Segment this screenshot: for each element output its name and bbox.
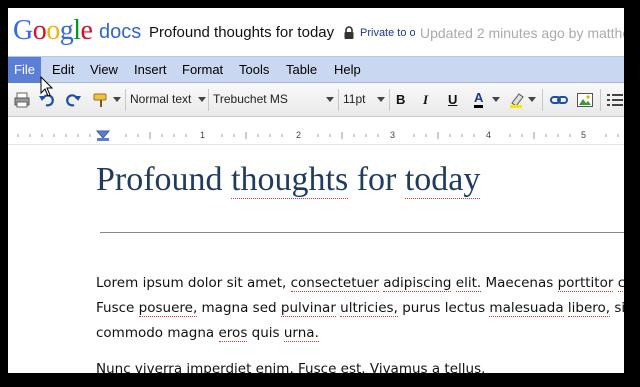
menu-tools[interactable]: Tools	[233, 57, 275, 83]
menu-table[interactable]: Table	[280, 57, 323, 83]
word: Lorem	[96, 275, 139, 291]
word: magna	[201, 300, 249, 316]
word: pulvinar	[280, 300, 336, 317]
numbered-list-icon[interactable]	[606, 91, 624, 109]
highlight-color-icon[interactable]	[508, 91, 526, 109]
horizontal-rule	[100, 232, 624, 233]
ruler: 1 2 3 4 5 6	[8, 117, 624, 145]
app-window: Google docs Profound thoughts for today …	[8, 8, 624, 373]
word: ipsum	[142, 275, 184, 291]
menu-help[interactable]: Help	[328, 57, 367, 83]
print-icon[interactable]	[13, 91, 31, 109]
word: consectetuer	[290, 275, 379, 292]
paragraph-1-line-3[interactable]: commodo magna eros quis urna.	[96, 325, 319, 342]
document-canvas[interactable]: Profound thoughts for today Lorem ipsum …	[8, 145, 624, 373]
word: libero,	[567, 300, 611, 317]
toolbar-divider	[600, 89, 601, 111]
menu-view[interactable]: View	[84, 57, 124, 83]
logo-letter: e	[80, 15, 93, 46]
chevron-down-icon[interactable]	[528, 97, 536, 102]
word: elit.	[455, 275, 482, 292]
font-dropdown[interactable]: Trebuchet MS	[209, 88, 335, 110]
chevron-down-icon[interactable]	[326, 97, 334, 102]
word: quis	[251, 325, 280, 341]
save-status: Updated 2 minutes ago by matthewguay	[420, 25, 624, 41]
word: porttitor	[557, 275, 614, 292]
ruler-number: 1	[200, 130, 206, 140]
paragraph-2[interactable]: Nunc viverra imperdiet enim. Fusce est. …	[96, 361, 485, 373]
word: sit	[614, 300, 624, 316]
menu-bar: File Edit View Insert Format Tools Table…	[8, 56, 624, 83]
link-icon[interactable]	[550, 91, 568, 109]
word: malesuada	[489, 300, 564, 317]
menu-insert[interactable]: Insert	[128, 57, 173, 83]
word: today	[404, 161, 481, 199]
word: eros	[218, 325, 248, 342]
logo-letter: l	[73, 15, 81, 46]
document-title[interactable]: Profound thoughts for today	[149, 24, 334, 41]
word: Fusce	[96, 300, 135, 316]
ruler-number: 2	[296, 130, 302, 140]
logo-letter: o	[46, 15, 60, 46]
word: posuere,	[138, 300, 198, 317]
paragraph-1-line-1[interactable]: Lorem ipsum dolor sit amet, consectetuer…	[96, 275, 624, 292]
paragraph-1-line-2[interactable]: Fusce posuere, magna sed pulvinar ultric…	[96, 300, 624, 317]
toolbar: Normal text Trebuchet MS 11pt B I U A	[8, 83, 624, 117]
redo-icon[interactable]	[64, 91, 82, 109]
word: amet,	[246, 275, 287, 291]
product-name: docs	[99, 21, 142, 43]
word: purus	[402, 300, 441, 316]
word: for	[356, 161, 397, 198]
logo-letter: G	[13, 15, 33, 46]
word: commodo	[96, 325, 164, 341]
text-color-button[interactable]: A	[474, 91, 484, 108]
document-heading[interactable]: Profound thoughts for today	[96, 161, 481, 199]
ruler-ticks	[17, 130, 619, 141]
chevron-down-icon[interactable]	[198, 97, 206, 102]
menu-format[interactable]: Format	[176, 57, 229, 83]
word: lectus	[444, 300, 486, 316]
menu-file[interactable]: File	[8, 57, 41, 83]
ruler-number: 3	[390, 130, 396, 140]
toolbar-divider	[542, 89, 543, 111]
ruler-number: 4	[486, 130, 492, 140]
chevron-down-icon[interactable]	[492, 97, 500, 102]
ruler-number: 5	[581, 130, 587, 140]
mouse-cursor-icon	[40, 76, 54, 97]
logo-letter: g	[59, 15, 74, 46]
toolbar-divider	[389, 89, 390, 111]
word: sed	[252, 300, 277, 316]
google-logo[interactable]: Google	[13, 15, 93, 47]
underline-button[interactable]: U	[448, 91, 457, 109]
word: congue	[617, 275, 624, 292]
header: Google docs Profound thoughts for today …	[8, 8, 624, 56]
word: thoughts	[231, 161, 349, 199]
word: Profound	[96, 161, 223, 198]
lock-icon	[344, 26, 354, 39]
insert-image-icon[interactable]	[576, 91, 594, 109]
word: adipiscing	[383, 275, 452, 292]
word: urna.	[283, 325, 319, 342]
word: sit	[226, 275, 243, 291]
chevron-down-icon[interactable]	[113, 97, 121, 102]
bold-button[interactable]: B	[396, 91, 405, 109]
word: Maecenas	[485, 275, 554, 291]
italic-button[interactable]: I	[423, 91, 428, 109]
word: magna	[167, 325, 215, 341]
word: ultricies,	[340, 300, 398, 317]
style-dropdown[interactable]: Normal text	[126, 88, 206, 110]
chevron-down-icon[interactable]	[377, 97, 385, 102]
word: dolor	[187, 275, 223, 291]
paint-format-icon[interactable]	[92, 91, 110, 109]
logo-letter: o	[32, 15, 47, 46]
sharing-status-link[interactable]: Private to only me	[360, 27, 415, 39]
